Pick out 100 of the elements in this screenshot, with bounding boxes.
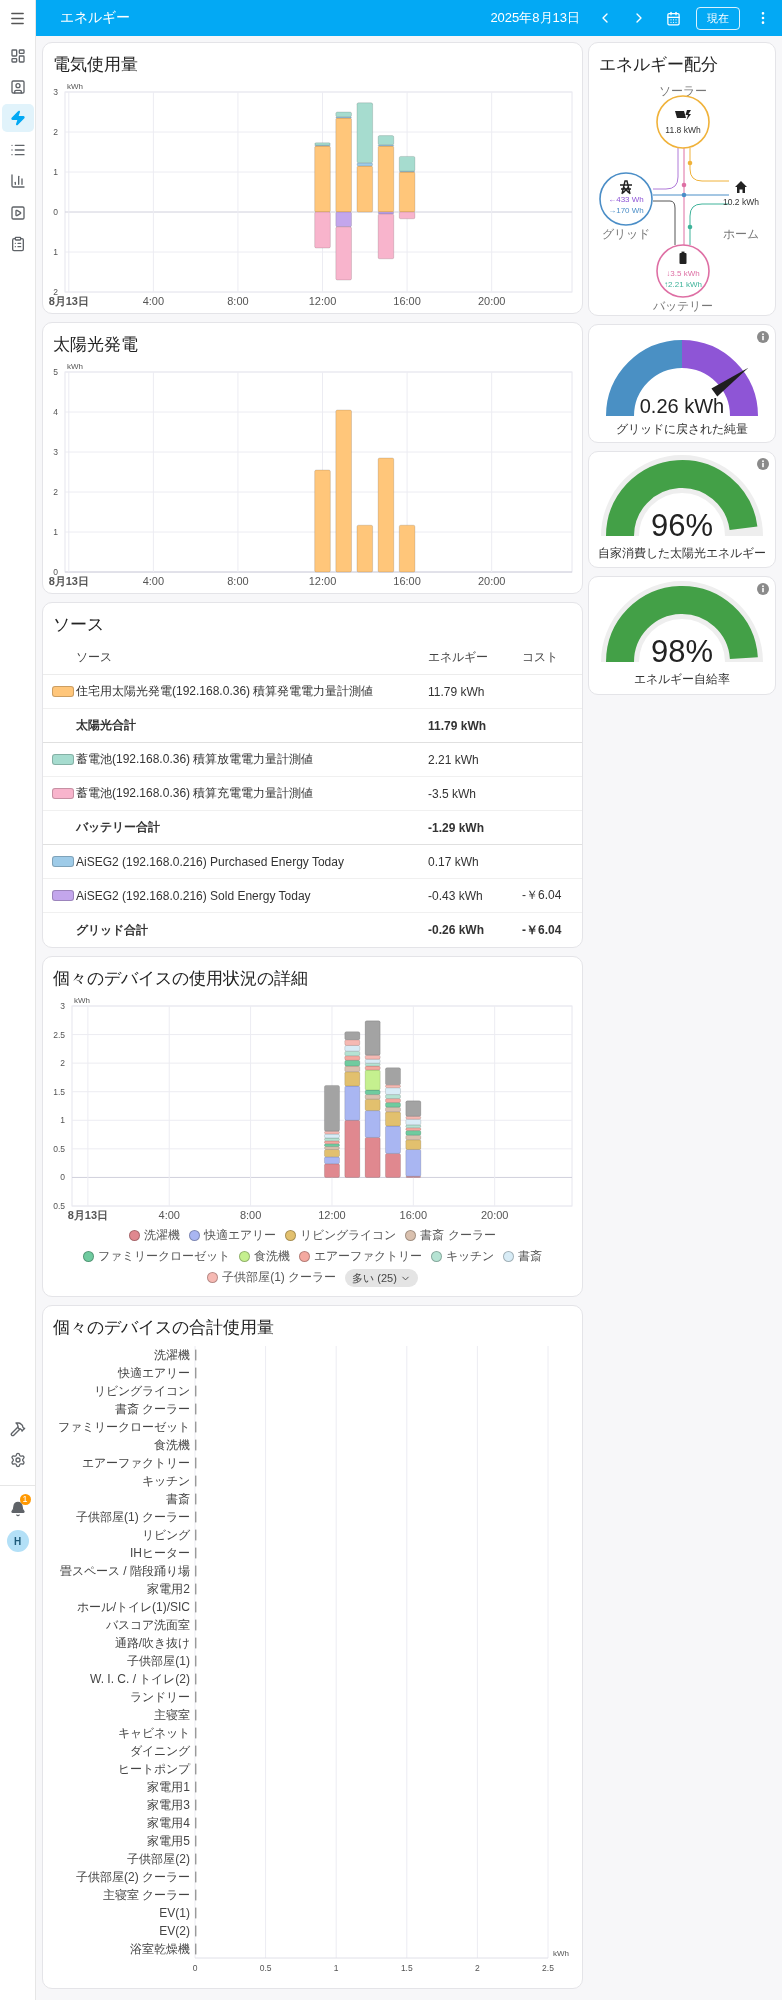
axis-label: 1 [53,247,58,257]
source-name: 住宅用太陽光発電(192.168.0.36) 積算発電電力量計測値 [76,683,375,700]
axis-label: 1.5 [400,1963,413,1973]
axis-label: 20:00 [477,575,506,587]
axis-label: 12:00 [308,295,337,307]
gauge-label: 自家消費した太陽光エネルギー [598,546,766,560]
axis-label: 1 [333,1963,339,1973]
gauge-label: エネルギー自給率 [634,672,730,686]
axis-label: 12:00 [318,1209,346,1221]
home-value: 10.2 kWh [723,197,759,207]
axis-label: IHヒーター [130,1546,190,1560]
axis-label: 食洗機 [154,1438,190,1452]
source-name: バッテリー合計 [76,819,161,836]
axis-label: 4:00 [142,575,165,587]
axis-unit: kWh [553,1949,569,1958]
axis-label: リビングライコン [94,1384,190,1398]
axis-label: 2.5 [53,1029,65,1040]
node-label: バッテリー [653,299,713,313]
legend-label: 食洗機 [254,1248,290,1265]
axis-label: 主寝室 [154,1708,190,1722]
column-header: ソース [76,649,113,666]
axis-label: 家電用5 [147,1834,190,1848]
gauge-value: 98% [651,634,713,669]
axis-label: 4:00 [158,1209,180,1221]
axis-label: 書斎 クーラー [114,1402,190,1416]
axis-label: ダイニング [130,1744,190,1758]
axis-label: 5 [53,367,58,377]
axis-label: W. I. C. / トイレ(2) [90,1672,190,1686]
energy-value: -0.26 kWh [428,923,485,937]
axis-label: 2.5 [542,1963,554,1973]
card-title: エネルギー配分 [598,54,719,76]
axis-label: 0 [53,567,58,577]
legend-label: 書斎 [518,1248,542,1265]
energy-value: 2.21 kWh [428,752,480,767]
axis-label: 2 [475,1963,480,1973]
axis-unit: kWh [74,996,90,1005]
axis-label: 8月13日 [48,575,89,587]
energy-value: -1.29 kWh [428,820,485,835]
card-title: 個々のデバイスの合計使用量 [52,1317,275,1339]
source-name: AiSEG2 (192.168.0.216) Purchased Energy Today [76,854,345,869]
column-header: コスト [522,649,559,666]
gauge-label: グリッドに戻された純量 [616,422,748,436]
axis-label: 0 [192,1963,198,1973]
axis-label: ランドリー [130,1690,190,1704]
card-title: 太陽光発電 [52,334,139,356]
battery-charge-value: ↓3.5 kWh [666,269,700,278]
legend-label: 書斎 クーラー [420,1227,496,1244]
axis-label: キャビネット [118,1726,190,1740]
axis-label: 子供部屋(1) [127,1654,190,1668]
column-header: エネルギー [428,649,489,666]
axis-unit: kWh [67,362,83,371]
axis-label: キッチン [142,1474,190,1488]
axis-label: 2 [53,487,58,497]
energy-value: 11.79 kWh [428,718,488,733]
axis-label: 8月13日 [67,1209,109,1221]
axis-label: 8:00 [239,1209,262,1221]
axis-label: 3 [60,1001,65,1011]
axis-label: 洗濯機 [154,1348,190,1362]
gauge-value: 0.26 kWh [639,395,725,417]
axis-label: 0.5 [53,1201,65,1211]
axis-label: 2 [53,287,58,297]
axis-label: 子供部屋(2) [127,1852,190,1866]
axis-label: 浴室乾燥機 [130,1942,190,1956]
axis-label: 4:00 [142,295,165,307]
source-name: 蓄電池(192.168.0.36) 積算放電電力量計測値 [76,751,315,768]
axis-label: 16:00 [393,295,421,307]
cost-value: -￥6.04 [522,921,563,939]
axis-label: 8:00 [227,575,249,587]
axis-label: 16:00 [393,575,421,587]
notification-badge: 1 [19,1494,31,1505]
node-label: グリッド [602,227,650,241]
page-title: エネルギー [60,9,131,27]
energy-value: -0.43 kWh [428,888,484,903]
axis-label: ホール/トイレ(1)/SIC [76,1600,190,1614]
source-name: 蓄電池(192.168.0.36) 積算充電電力量計測値 [76,785,315,802]
axis-label: 子供部屋(1) クーラー [76,1510,190,1524]
axis-label: 家電用4 [147,1816,190,1830]
axis-label: 0.5 [53,1143,65,1154]
node-label: ソーラー [659,84,707,98]
battery-discharge-value: ↑2.21 kWh [664,280,702,289]
date-label: 2025年8月13日 [490,9,580,27]
axis-label: 主寝室 クーラー [102,1888,190,1902]
grid-export-value: ←433 Wh [608,195,644,204]
axis-label: 20:00 [480,1209,509,1221]
axis-label: エアーファクトリー [82,1456,190,1470]
axis-label: 畳スペース / 階段踊り場 [60,1564,190,1578]
axis-label: EV(1) [159,1906,190,1920]
card-title: ソース [52,614,105,636]
source-name: AiSEG2 (192.168.0.216) Sold Energy Today [76,888,312,903]
node-label: ホーム [723,227,759,241]
axis-label: リビング [142,1528,190,1542]
axis-label: ファミリークローゼット [58,1420,190,1434]
axis-label: EV(2) [159,1924,190,1938]
grid-import-value: →170 Wh [608,206,644,215]
axis-unit: kWh [67,82,83,91]
axis-label: 1 [53,167,58,177]
axis-label: 3 [53,447,58,457]
axis-label: 1.5 [53,1086,65,1097]
axis-label: 快適エアリー [118,1366,190,1380]
axis-label: 1 [60,1115,65,1126]
